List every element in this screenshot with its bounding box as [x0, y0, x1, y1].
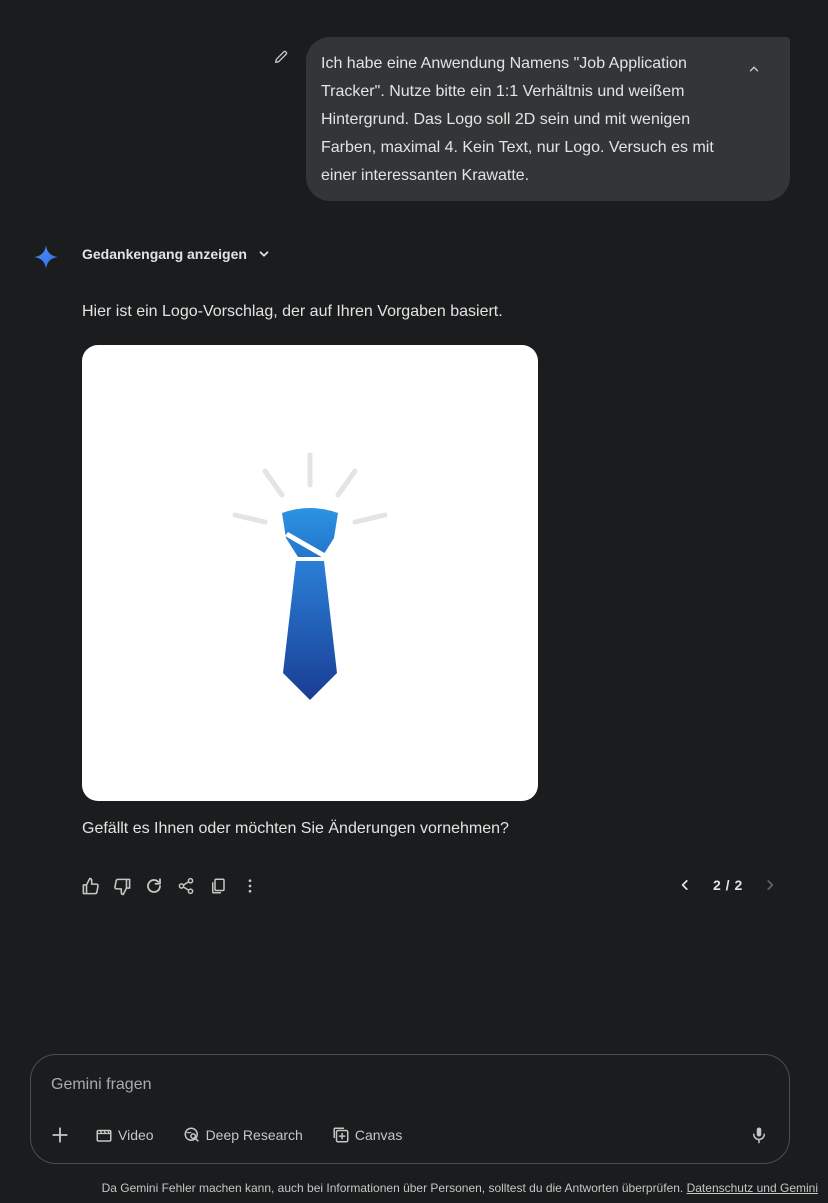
collapse-prompt-button[interactable] — [742, 57, 766, 81]
draft-counter: 2 / 2 — [713, 877, 743, 893]
copy-button[interactable] — [208, 876, 228, 896]
microphone-icon — [753, 1127, 765, 1144]
user-prompt-bubble: Ich habe eine Anwendung Namens "Job Appl… — [306, 37, 790, 201]
deep-research-tool-label: Deep Research — [205, 1127, 303, 1143]
gemini-chat-page: Ich habe eine Anwendung Namens "Job Appl… — [0, 0, 828, 1203]
share-button[interactable] — [176, 876, 196, 896]
gemini-logo-icon — [34, 245, 58, 269]
disclaimer: Da Gemini Fehler machen kann, auch bei I… — [0, 1181, 818, 1195]
thumbs-up-icon — [82, 877, 99, 894]
user-prompt-text: Ich habe eine Anwendung Namens "Job Appl… — [321, 55, 714, 184]
plus-icon — [52, 1127, 68, 1143]
chevron-down-icon — [259, 251, 269, 257]
prompt-input[interactable] — [51, 1073, 751, 1097]
deep-research-tool-button[interactable]: Deep Research — [183, 1123, 303, 1147]
response-intro-text: Hier ist ein Logo-Vorschlag, der auf Ihr… — [82, 303, 503, 320]
draft-pager: 2 / 2 — [674, 874, 781, 896]
thumbs-down-button[interactable] — [112, 876, 132, 896]
microphone-button[interactable] — [747, 1123, 771, 1147]
copy-icon — [212, 878, 225, 894]
response-actions — [80, 876, 260, 896]
chevron-up-icon — [749, 66, 759, 72]
more-vert-icon — [248, 879, 252, 893]
chevron-right-icon — [767, 880, 773, 890]
more-options-button[interactable] — [240, 876, 260, 896]
video-tool-button[interactable]: Video — [95, 1123, 154, 1147]
privacy-link[interactable]: Datenschutz und Gemini — [687, 1181, 818, 1195]
thumbs-down-icon — [113, 878, 130, 895]
input-tools: Video Deep Research Canvas — [49, 1123, 431, 1147]
prompt-input-box: Video Deep Research Canvas — [30, 1054, 790, 1164]
regenerate-button[interactable] — [144, 876, 164, 896]
show-thoughts-label: Gedankengang anzeigen — [82, 246, 247, 262]
canvas-icon — [333, 1127, 349, 1143]
deep-research-icon — [184, 1127, 199, 1142]
video-clapper-icon — [96, 1129, 112, 1142]
thumbs-up-button[interactable] — [80, 876, 100, 896]
canvas-tool-button[interactable]: Canvas — [332, 1123, 402, 1147]
pencil-icon — [275, 50, 288, 63]
show-thoughts-toggle[interactable]: Gedankengang anzeigen — [82, 246, 271, 262]
chevron-left-icon — [681, 880, 688, 890]
response-question-text: Gefällt es Ihnen oder möchten Sie Änderu… — [82, 820, 509, 837]
edit-prompt-button[interactable] — [270, 46, 292, 68]
canvas-tool-label: Canvas — [354, 1127, 403, 1143]
video-tool-label: Video — [118, 1127, 154, 1143]
previous-draft-button[interactable] — [674, 874, 696, 896]
share-icon — [178, 877, 194, 895]
add-attachment-button[interactable] — [49, 1124, 71, 1146]
generated-logo-image[interactable] — [82, 345, 538, 801]
disclaimer-text: Da Gemini Fehler machen kann, auch bei I… — [101, 1181, 684, 1195]
next-draft-button[interactable] — [759, 874, 781, 896]
tie-logo-icon — [232, 452, 388, 700]
refresh-icon — [147, 878, 161, 893]
